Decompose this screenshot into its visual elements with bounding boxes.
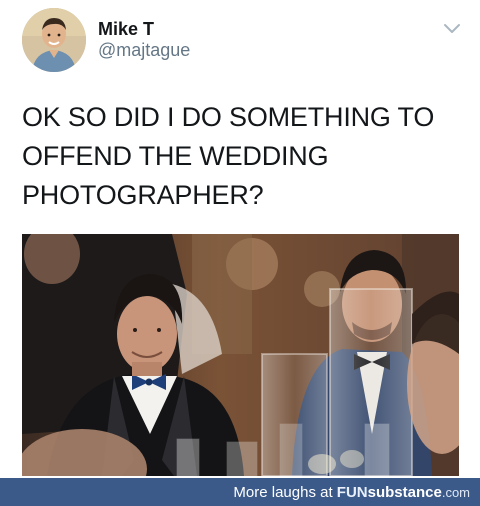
wedding-photo-image bbox=[22, 234, 459, 476]
brand-fun: FUN bbox=[336, 484, 368, 501]
avatar[interactable] bbox=[22, 8, 86, 72]
tweet-text-line: OK SO DID I DO SOMETHING TO bbox=[22, 102, 435, 132]
tweet-photo[interactable] bbox=[22, 234, 459, 476]
avatar-icon bbox=[22, 8, 86, 72]
tweet-text: OK SO DID I DO SOMETHING TO OFFEND THE W… bbox=[22, 98, 462, 215]
brand-substance: substance bbox=[367, 484, 442, 501]
tweet-card: Mike T @majtague OK SO DID I DO SOMETHIN… bbox=[0, 0, 480, 478]
brand-domain: .com bbox=[441, 485, 470, 500]
footer-prefix: More laughs at bbox=[233, 484, 337, 501]
author-handle[interactable]: @majtague bbox=[98, 40, 190, 61]
author-name[interactable]: Mike T bbox=[98, 19, 154, 40]
tweet-text-line: OFFEND THE WEDDING bbox=[22, 141, 329, 171]
chevron-down-icon[interactable] bbox=[441, 17, 463, 39]
tweet-text-line: PHOTOGRAPHER? bbox=[22, 180, 264, 210]
site-footer: More laughs at FUNsubstance.com bbox=[0, 478, 480, 506]
footer-credit[interactable]: More laughs at FUNsubstance.com bbox=[233, 484, 470, 501]
